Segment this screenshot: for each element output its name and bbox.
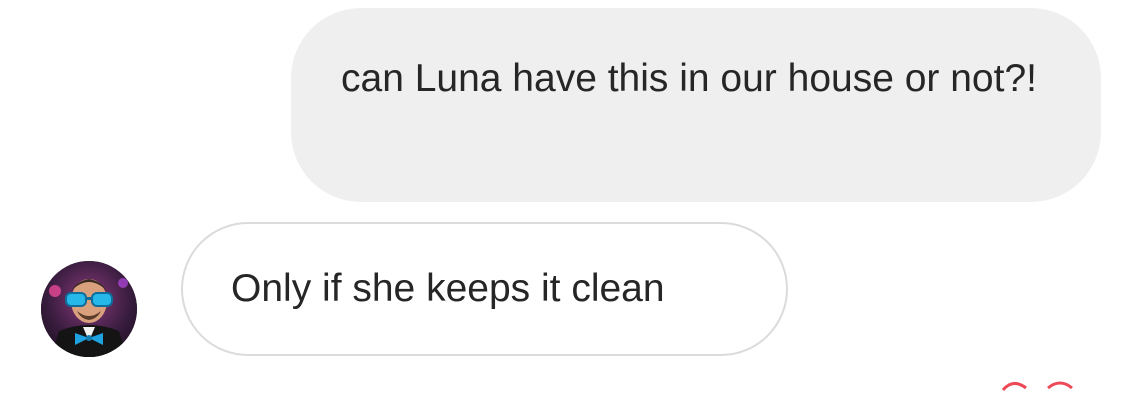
incoming-message-bubble[interactable]: Only if she keeps it clean xyxy=(181,222,788,356)
avatar-image xyxy=(41,261,137,357)
message-thread: can Luna have this in our house or not?! xyxy=(0,0,1125,392)
user-avatar-icon[interactable] xyxy=(41,261,137,357)
outgoing-message-text: can Luna have this in our house or not?! xyxy=(341,57,1037,100)
incoming-message-row: Only if she keeps it clean xyxy=(0,222,1125,357)
incoming-message-text: Only if she keeps it clean xyxy=(231,267,665,310)
outgoing-message-bubble[interactable]: can Luna have this in our house or not?! xyxy=(291,8,1101,202)
heart-reaction-icon xyxy=(1001,381,1073,392)
